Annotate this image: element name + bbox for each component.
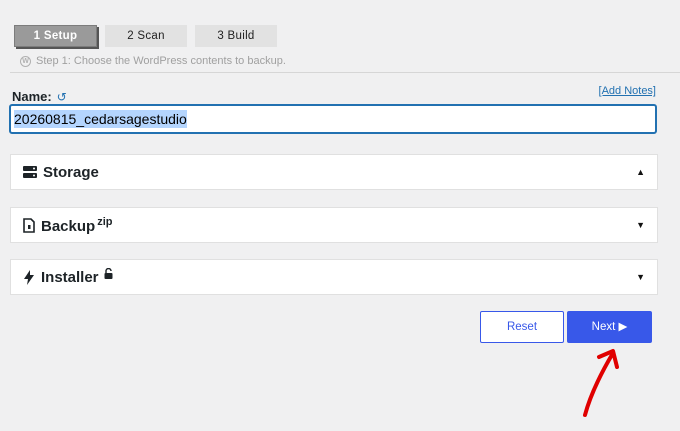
backup-title: Backup zip xyxy=(41,216,112,235)
step-build-tab[interactable]: 3 Build xyxy=(195,25,277,47)
reset-button[interactable]: Reset xyxy=(480,311,564,343)
add-notes-link[interactable]: [Add Notes] xyxy=(599,85,656,97)
divider xyxy=(10,72,680,73)
storage-icon xyxy=(23,166,37,178)
step-setup-tab[interactable]: 1 Setup xyxy=(14,25,97,47)
step-tabs: 1 Setup 2 Scan 3 Build xyxy=(14,25,277,47)
installer-panel-header[interactable]: Installer ▼ xyxy=(10,259,658,295)
refresh-icon[interactable]: ↺ xyxy=(57,90,67,104)
archive-icon xyxy=(23,217,35,233)
chevron-down-icon[interactable]: ▼ xyxy=(636,272,645,282)
chevron-up-icon[interactable]: ▲ xyxy=(636,167,645,177)
storage-title: Storage xyxy=(43,163,99,181)
unlock-icon xyxy=(104,267,113,279)
step-scan-tab[interactable]: 2 Scan xyxy=(105,25,187,47)
installer-title: Installer xyxy=(41,268,99,286)
step-caption-text: Step 1: Choose the WordPress contents to… xyxy=(36,55,286,67)
backup-panel-header[interactable]: Backup zip ▼ xyxy=(10,207,658,243)
next-button[interactable]: Next ▶ xyxy=(567,311,652,343)
chevron-down-icon[interactable]: ▼ xyxy=(636,220,645,230)
annotation-arrow-icon xyxy=(583,349,619,417)
backup-title-text: Backup xyxy=(41,217,96,235)
wordpress-icon: W xyxy=(20,55,31,67)
step-caption: W Step 1: Choose the WordPress contents … xyxy=(20,55,286,67)
name-input[interactable]: 20260815_cedarsagestudio xyxy=(9,104,657,134)
name-input-value: 20260815_cedarsagestudio xyxy=(14,110,187,128)
name-label-text: Name: xyxy=(12,89,52,104)
backup-zip-label: zip xyxy=(97,215,113,228)
storage-panel-header[interactable]: Storage ▲ xyxy=(10,154,658,190)
name-label: Name: ↺ xyxy=(12,89,67,104)
bolt-icon xyxy=(24,269,34,285)
